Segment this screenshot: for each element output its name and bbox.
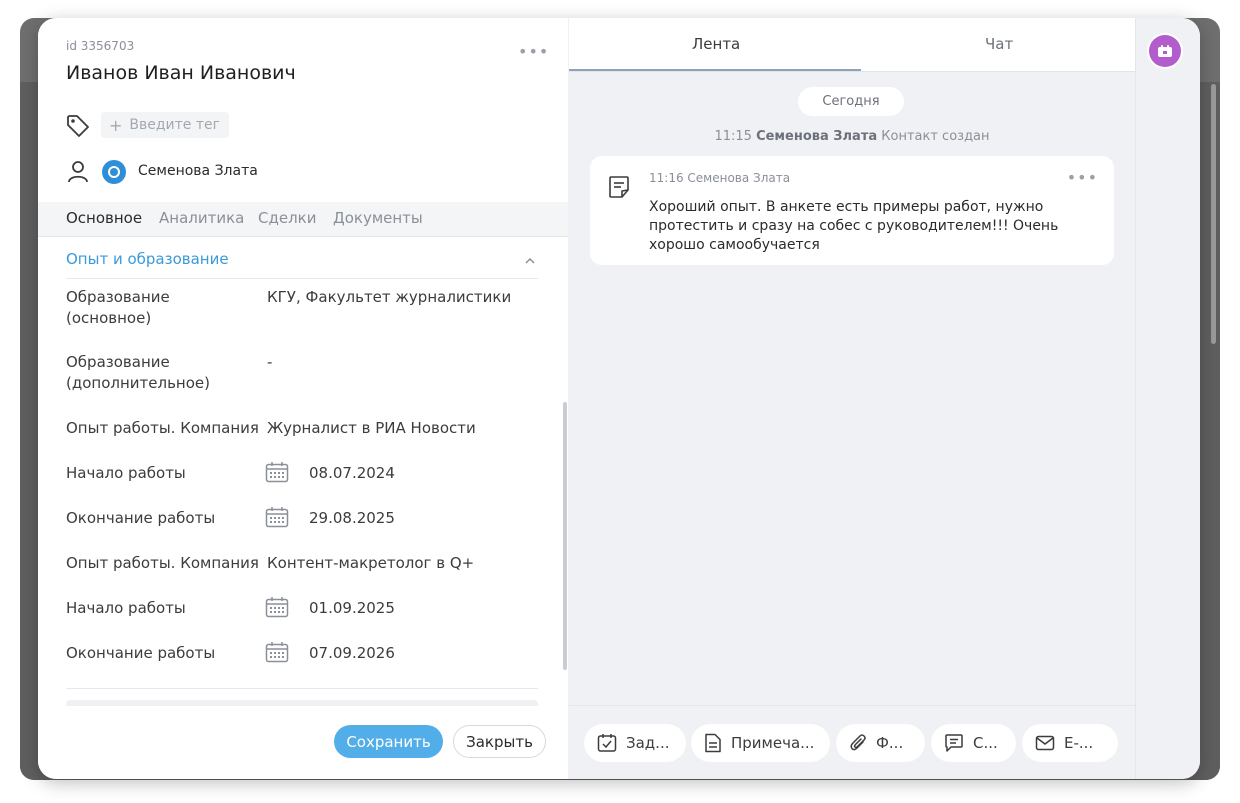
comment-button[interactable]: С... <box>931 724 1016 762</box>
note-icon <box>609 176 629 198</box>
feed-event: 11:15 Семенова Злата Контакт создан <box>569 129 1135 144</box>
contact-id: id 3356703 <box>66 39 135 53</box>
section-header[interactable]: Опыт и образование <box>66 250 538 279</box>
save-button[interactable]: Сохранить <box>334 725 443 758</box>
field-value[interactable]: - <box>267 352 272 373</box>
scrollbar[interactable] <box>563 402 567 670</box>
field-label: Опыт работы. Компания <box>66 419 259 437</box>
plus-icon: + <box>109 115 123 135</box>
calendar-icon[interactable] <box>265 596 289 618</box>
tab-analytics[interactable]: Аналитика <box>159 209 244 227</box>
tab-feed[interactable]: Лента <box>692 35 740 53</box>
app-button[interactable] <box>1147 33 1183 69</box>
note-label: Примеча... <box>731 734 815 752</box>
contact-modal: id 3356703 Иванов Иван Иванович ••• + Вв… <box>38 18 1200 779</box>
more-icon[interactable]: ••• <box>518 42 549 61</box>
field-value[interactable]: 29.08.2025 <box>309 508 395 529</box>
file-label: Ф... <box>876 734 904 752</box>
note-button[interactable]: Примеча... <box>691 724 830 762</box>
contact-tabs: Основное Аналитика Сделки Документы <box>38 202 568 237</box>
tab-main[interactable]: Основное <box>66 209 142 227</box>
field-label: Начало работы <box>66 464 186 482</box>
field-label: Начало работы <box>66 599 186 617</box>
divider <box>66 688 538 689</box>
feed-tabs: Лента Чат <box>569 18 1135 71</box>
document-icon <box>705 733 721 753</box>
mail-icon <box>1035 735 1055 751</box>
owner-name[interactable]: Семенова Злата <box>138 163 258 179</box>
note-time: 11:16 <box>649 171 684 185</box>
email-button[interactable]: E-... <box>1022 724 1118 762</box>
tab-chat[interactable]: Чат <box>985 35 1013 53</box>
chevron-up-icon[interactable] <box>524 255 536 267</box>
tab-documents[interactable]: Документы <box>333 209 423 227</box>
apps-sidebar <box>1135 18 1200 779</box>
section-title: Опыт и образование <box>66 250 229 268</box>
close-button[interactable]: Закрыть <box>453 725 546 758</box>
tag-placeholder: Введите тег <box>129 117 220 133</box>
task-label: Зад... <box>626 734 670 752</box>
app-icon <box>1158 45 1172 57</box>
tab-deals[interactable]: Сделки <box>258 209 316 227</box>
contact-name: Иванов Иван Иванович <box>66 62 296 84</box>
field-label: Окончание работы <box>66 644 216 662</box>
date-separator: Сегодня <box>798 87 904 116</box>
event-text: Контакт создан <box>881 129 990 144</box>
person-icon <box>68 161 88 183</box>
more-icon[interactable]: ••• <box>1067 168 1098 187</box>
calendar-icon[interactable] <box>265 641 289 663</box>
file-button[interactable]: Ф... <box>836 724 925 762</box>
field-value[interactable]: 01.09.2025 <box>309 598 395 619</box>
field-label: Образование (основное) <box>66 288 170 327</box>
next-section-edge <box>66 700 538 706</box>
field-value[interactable]: КГУ, Факультет журналистики <box>267 287 511 308</box>
event-time: 11:15 <box>714 129 752 144</box>
event-author: Семенова Злата <box>756 129 878 144</box>
contact-card-panel: id 3356703 Иванов Иван Иванович ••• + Вв… <box>38 18 568 779</box>
task-button[interactable]: Зад... <box>584 724 686 762</box>
chat-icon <box>945 734 963 752</box>
calendar-icon[interactable] <box>265 461 289 483</box>
note-text: Хороший опыт. В анкете есть примеры рабо… <box>649 199 1059 253</box>
owner-avatar[interactable] <box>102 160 126 184</box>
feed-actions: Зад... Примеча... Ф... С... E-... <box>569 705 1135 779</box>
task-icon <box>597 734 617 752</box>
field-label: Образование (дополнительное) <box>66 353 210 392</box>
field-label: Опыт работы. Компания <box>66 554 259 572</box>
note-meta: 11:16 Семенова Злата <box>649 171 790 185</box>
background-scrollbar <box>1211 84 1216 344</box>
note-card: 11:16 Семенова Злата ••• Хороший опыт. В… <box>590 156 1114 265</box>
note-author: Семенова Злата <box>687 171 791 185</box>
tag-icon <box>67 115 89 137</box>
field-value[interactable]: Контент-макретолог в Q+ <box>267 553 474 574</box>
paperclip-icon <box>850 734 866 751</box>
field-value[interactable]: 08.07.2024 <box>309 463 395 484</box>
comment-label: С... <box>973 734 998 752</box>
field-value[interactable]: Журналист в РИА Новости <box>267 418 476 439</box>
email-label: E-... <box>1064 734 1094 752</box>
calendar-icon[interactable] <box>265 506 289 528</box>
field-label: Окончание работы <box>66 509 216 527</box>
field-value[interactable]: 07.09.2026 <box>309 643 395 664</box>
tag-input[interactable]: + Введите тег <box>101 112 229 138</box>
feed-panel: Лента Чат Сегодня 11:15 Семенова Злата К… <box>569 18 1135 779</box>
